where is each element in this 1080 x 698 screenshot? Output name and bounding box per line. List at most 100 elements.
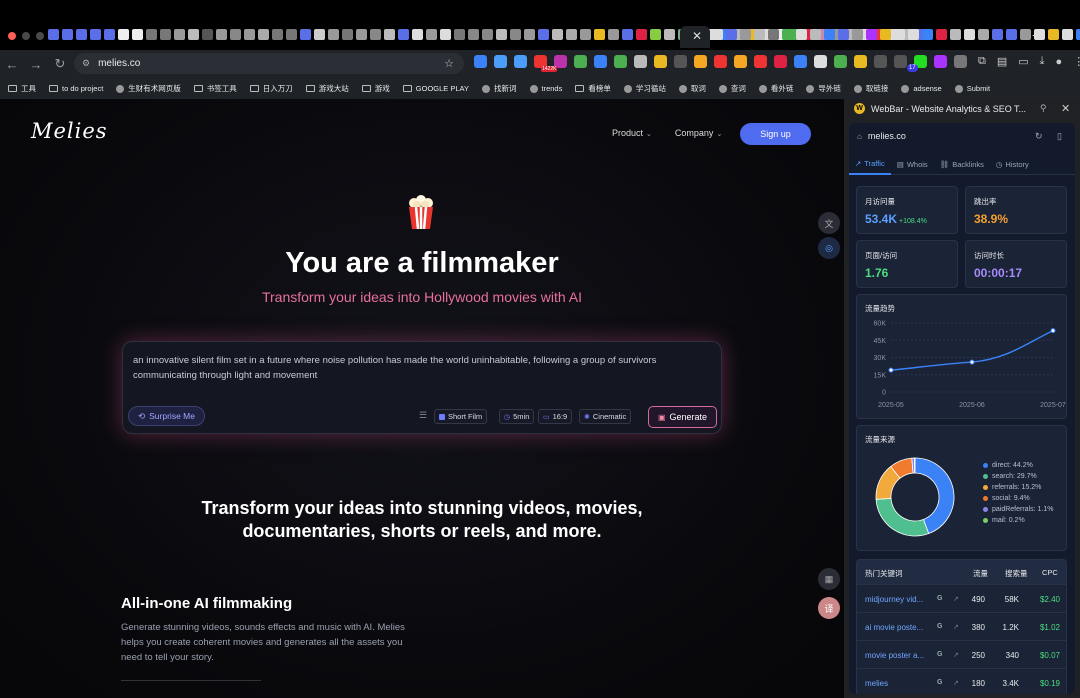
pinned-tab-favicon[interactable] <box>230 29 241 40</box>
pinned-tab-favicon[interactable] <box>188 29 199 40</box>
pinned-tab-favicon[interactable] <box>300 29 311 40</box>
sign-up-button[interactable]: Sign up <box>740 123 811 145</box>
extension-icon[interactable] <box>714 55 727 68</box>
pinned-tab-favicon[interactable] <box>286 29 297 40</box>
pinned-tab-favicon[interactable] <box>510 29 521 40</box>
pinned-tab-favicon[interactable] <box>482 29 493 40</box>
pinned-tab-favicon[interactable] <box>894 29 905 40</box>
pinned-tab-favicon[interactable] <box>160 29 171 40</box>
pinned-tab-favicon[interactable] <box>1006 29 1017 40</box>
pinned-tab-favicon[interactable] <box>328 29 339 40</box>
pinned-tab-favicon[interactable] <box>104 29 115 40</box>
keyword-row[interactable]: movie poster a... G ↗ 250 340 $0.07 <box>857 640 1066 668</box>
pinned-tab-favicon[interactable] <box>880 29 891 40</box>
maximize-window-button[interactable] <box>36 32 44 40</box>
pinned-tab-favicon[interactable] <box>608 29 619 40</box>
style-chip[interactable]: ✺ Cinematic <box>579 409 632 424</box>
duration-chip[interactable]: ◷ 5min <box>499 409 535 424</box>
pinned-tab-favicon[interactable] <box>1020 29 1031 40</box>
pinned-tab-favicon[interactable] <box>622 29 633 40</box>
pinned-tab-favicon[interactable] <box>908 29 919 40</box>
extension-icon[interactable] <box>574 55 587 68</box>
extension-icon[interactable] <box>814 55 827 68</box>
pinned-tab-favicon[interactable] <box>132 29 143 40</box>
trend-data-point[interactable] <box>1050 328 1056 334</box>
pinned-tab-favicon[interactable] <box>566 29 577 40</box>
pinned-tab-favicon[interactable] <box>118 29 129 40</box>
pinned-tab-favicon[interactable] <box>146 29 157 40</box>
keyword-link[interactable]: midjourney vid... <box>865 595 931 604</box>
address-bar[interactable]: ⚙ melies.co ☆ <box>74 53 464 74</box>
pinned-tab-favicon[interactable] <box>636 29 647 40</box>
pinned-tab-favicon[interactable] <box>1048 29 1059 40</box>
extension-icon[interactable] <box>794 55 807 68</box>
pinned-tab-favicon[interactable] <box>258 29 269 40</box>
pinned-tab-favicon[interactable] <box>922 29 933 40</box>
surprise-me-button[interactable]: ⟲ Surprise Me <box>128 406 205 426</box>
bookmark-item[interactable]: Submit <box>954 84 990 93</box>
prompt-textarea[interactable]: an innovative silent film set in a futur… <box>133 353 713 383</box>
pinned-tab-favicon[interactable] <box>726 29 737 40</box>
extension-icon[interactable] <box>474 55 487 68</box>
bookmark-item[interactable]: 看外链 <box>758 83 793 94</box>
pinned-tab-favicon[interactable] <box>454 29 465 40</box>
extension-icon[interactable] <box>634 55 647 68</box>
nav-company[interactable]: Company ⌄ <box>675 128 722 138</box>
keyword-link[interactable]: movie poster a... <box>865 651 931 660</box>
pinned-tab-favicon[interactable] <box>796 29 807 40</box>
bookmark-item[interactable]: 游戏大站 <box>305 83 349 94</box>
menu-icon[interactable]: ⋮ <box>1073 55 1080 68</box>
bookmark-item[interactable]: 工具 <box>8 83 36 94</box>
keyword-row[interactable]: melies G ↗ 180 3.4K $0.19 <box>857 668 1066 694</box>
bookmark-item[interactable]: 学习循站 <box>623 83 666 94</box>
bookmark-item[interactable]: 取词 <box>678 83 706 94</box>
bookmark-item[interactable]: 查词 <box>718 83 746 94</box>
translate-pink-icon[interactable]: 译 <box>818 597 840 619</box>
pinned-tab-favicon[interactable] <box>782 29 793 40</box>
pin-icon[interactable]: ⚲ <box>1040 103 1047 114</box>
donut-slice[interactable] <box>875 498 930 537</box>
pinned-tab-favicon[interactable] <box>552 29 563 40</box>
pinned-tab-favicon[interactable] <box>48 29 59 40</box>
keyword-link[interactable]: ai movie poste... <box>865 623 931 632</box>
pinned-tab-favicon[interactable] <box>992 29 1003 40</box>
extension-icon[interactable] <box>754 55 767 68</box>
pinned-tab-favicon[interactable] <box>426 29 437 40</box>
extension-icon[interactable] <box>954 55 967 68</box>
pinned-tab-favicon[interactable] <box>810 29 821 40</box>
pinned-tab-favicon[interactable] <box>244 29 255 40</box>
back-icon[interactable]: ← <box>0 57 24 72</box>
side-panel-icon[interactable]: ▤ <box>997 55 1007 68</box>
tab-history[interactable]: ◷ History <box>990 153 1035 175</box>
reload-icon[interactable]: ↻ <box>48 56 72 72</box>
trend-data-point[interactable] <box>888 367 894 373</box>
pinned-tab-favicon[interactable] <box>62 29 73 40</box>
keyword-link[interactable]: melies <box>865 679 931 688</box>
pinned-tab-favicon[interactable] <box>580 29 591 40</box>
refresh-icon[interactable]: ↻ <box>1035 131 1043 142</box>
download-icon[interactable]: ⤓ <box>1040 55 1045 68</box>
bookmark-item[interactable]: 导外链 <box>806 83 841 94</box>
extension-icon[interactable] <box>674 55 687 68</box>
bookmark-item[interactable]: 日入万刀 <box>249 83 293 94</box>
bookmark-item[interactable]: 找新词 <box>482 83 517 94</box>
cast-icon[interactable]: ▭ <box>1018 55 1028 68</box>
profile-avatar[interactable]: ● <box>1056 56 1063 68</box>
pinned-tab-favicon[interactable] <box>950 29 961 40</box>
bookmark-item[interactable]: GOOGLE PLAY <box>402 84 469 93</box>
bookmark-star-icon[interactable]: ☆ <box>444 57 454 70</box>
translate-icon[interactable]: 文 <box>818 212 840 234</box>
pinned-tab-favicon[interactable] <box>398 29 409 40</box>
pinned-tab-favicon[interactable] <box>1076 29 1080 40</box>
pinned-tab-favicon[interactable] <box>90 29 101 40</box>
pinned-tab-favicon[interactable] <box>664 29 675 40</box>
bookmark-item[interactable]: 游戏 <box>361 83 390 94</box>
pinned-tab-favicon[interactable] <box>650 29 661 40</box>
extension-icon[interactable] <box>734 55 747 68</box>
pinned-tab-favicon[interactable] <box>412 29 423 40</box>
pinned-tab-favicon[interactable] <box>524 29 535 40</box>
pinned-tab-favicon[interactable] <box>468 29 479 40</box>
pinned-tab-favicon[interactable] <box>384 29 395 40</box>
pinned-tab-favicon[interactable] <box>740 29 751 40</box>
tab-backlinks[interactable]: ⛓ Backlinks <box>934 153 990 175</box>
